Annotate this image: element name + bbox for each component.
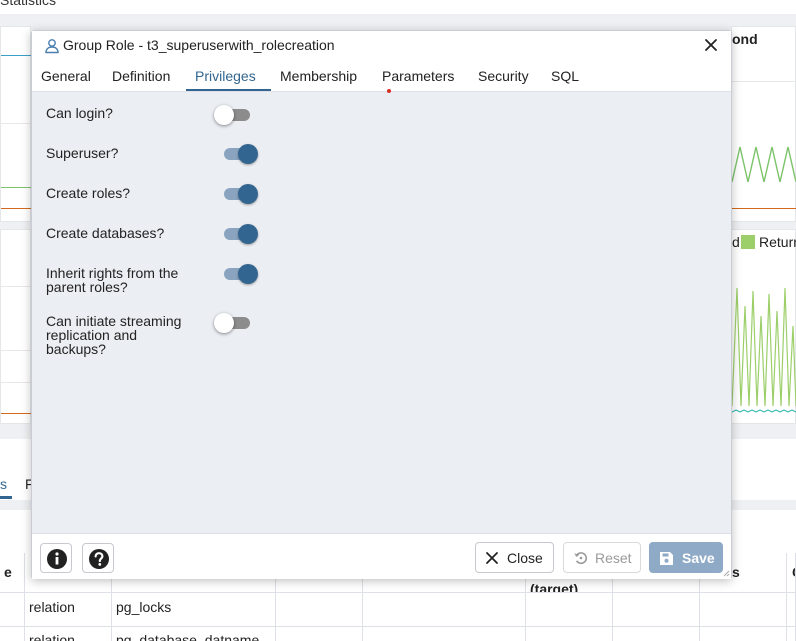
table-cell: pg_database_datname <box>112 627 276 641</box>
reset-button-label: Reset <box>595 550 632 566</box>
streaming-replication-label: Can initiate streaming replication and b… <box>46 313 182 357</box>
tab-general[interactable]: General <box>41 68 91 84</box>
create-roles-toggle[interactable] <box>220 182 260 206</box>
dialog-tabbar: General Definition Privileges Membership… <box>32 61 731 92</box>
chart-panel-right: ond <box>731 26 796 222</box>
chart-panel-left <box>0 26 31 222</box>
floppy-disk-icon <box>660 552 673 565</box>
streaming-replication-toggle[interactable] <box>214 311 254 335</box>
table-cell <box>613 593 700 627</box>
table-cell <box>276 627 363 641</box>
save-button[interactable]: Save <box>649 542 723 573</box>
table-cell <box>787 627 796 641</box>
statistics-heading: Statistics <box>0 0 57 8</box>
gridline <box>732 81 796 82</box>
bg-tab-underline <box>0 496 12 499</box>
group-role-dialog: Group Role - t3_superuserwith_rolecreati… <box>31 30 732 579</box>
save-button-label: Save <box>682 550 715 566</box>
table-cell: relation <box>25 593 112 627</box>
gridline <box>1 350 31 351</box>
error-indicator-dot <box>387 89 391 93</box>
tab-security[interactable]: Security <box>478 68 529 84</box>
chart-line <box>732 208 796 209</box>
chart-line <box>1 208 31 209</box>
close-button-label: Close <box>507 550 543 566</box>
gridline <box>1 123 31 124</box>
table-cell <box>613 627 700 641</box>
legend-swatch <box>741 235 755 249</box>
legend-fragment: d <box>732 234 740 250</box>
chart-line <box>1 187 31 188</box>
legend-returned: Returr <box>759 234 796 250</box>
close-button[interactable]: Close <box>475 542 554 573</box>
table-cell <box>363 627 526 641</box>
can-login-label: Can login? <box>46 105 113 121</box>
table-header[interactable]: C <box>787 553 796 593</box>
table-header[interactable]: e <box>0 553 25 593</box>
resize-grip-icon[interactable] <box>722 569 730 577</box>
reset-button[interactable]: Reset <box>563 542 641 573</box>
chart-series-line <box>732 146 796 183</box>
tab-definition[interactable]: Definition <box>112 68 170 84</box>
table-cell <box>787 593 796 627</box>
table-cell <box>363 593 526 627</box>
tab-sql[interactable]: SQL <box>551 68 579 84</box>
gridline <box>1 286 31 287</box>
tab-privileges[interactable]: Privileges <box>195 68 256 84</box>
chart-series-line <box>732 287 796 413</box>
table-cell <box>276 593 363 627</box>
table-cell <box>526 593 613 627</box>
dialog-footer: Close Reset Save <box>32 533 731 579</box>
help-icon <box>89 549 109 569</box>
chart-panel-right-2: d Returr <box>731 229 796 424</box>
close-x-icon <box>486 552 498 564</box>
dialog-title: Group Role - t3_superuserwith_rolecreati… <box>63 37 335 53</box>
help-button[interactable] <box>82 543 114 573</box>
superuser-label: Superuser? <box>46 145 119 161</box>
can-login-toggle[interactable] <box>214 103 254 127</box>
superuser-toggle[interactable] <box>220 142 260 166</box>
table-cell <box>0 627 25 641</box>
tab-parameters[interactable]: Parameters <box>382 68 454 84</box>
create-roles-label: Create roles? <box>46 185 131 201</box>
table-cell: relation <box>25 627 112 641</box>
table-cell <box>0 593 25 627</box>
create-databases-label: Create databases? <box>46 225 165 241</box>
tab-membership[interactable]: Membership <box>280 68 357 84</box>
chart-line <box>1 55 31 56</box>
bg-tab[interactable]: s <box>0 476 7 492</box>
table-cell <box>700 627 787 641</box>
create-databases-toggle[interactable] <box>220 222 260 246</box>
chart-title: ond <box>732 31 758 47</box>
inherit-rights-label: Inherit rights from the parent roles? <box>46 265 179 295</box>
table-cell <box>526 627 613 641</box>
table-cell <box>700 593 787 627</box>
reset-icon <box>574 552 588 565</box>
gridline <box>1 382 31 383</box>
inherit-rights-toggle[interactable] <box>220 262 260 286</box>
info-button[interactable] <box>40 543 72 573</box>
table-cell: pg_locks <box>112 593 276 627</box>
close-icon[interactable] <box>701 35 721 55</box>
header-band <box>0 14 796 30</box>
dialog-header[interactable]: Group Role - t3_superuserwith_rolecreati… <box>32 31 731 61</box>
group-role-icon <box>45 39 59 54</box>
active-tab-indicator <box>186 89 271 91</box>
chart-panel-left-2 <box>0 229 31 424</box>
chart-line <box>1 413 31 414</box>
info-icon <box>47 549 67 569</box>
